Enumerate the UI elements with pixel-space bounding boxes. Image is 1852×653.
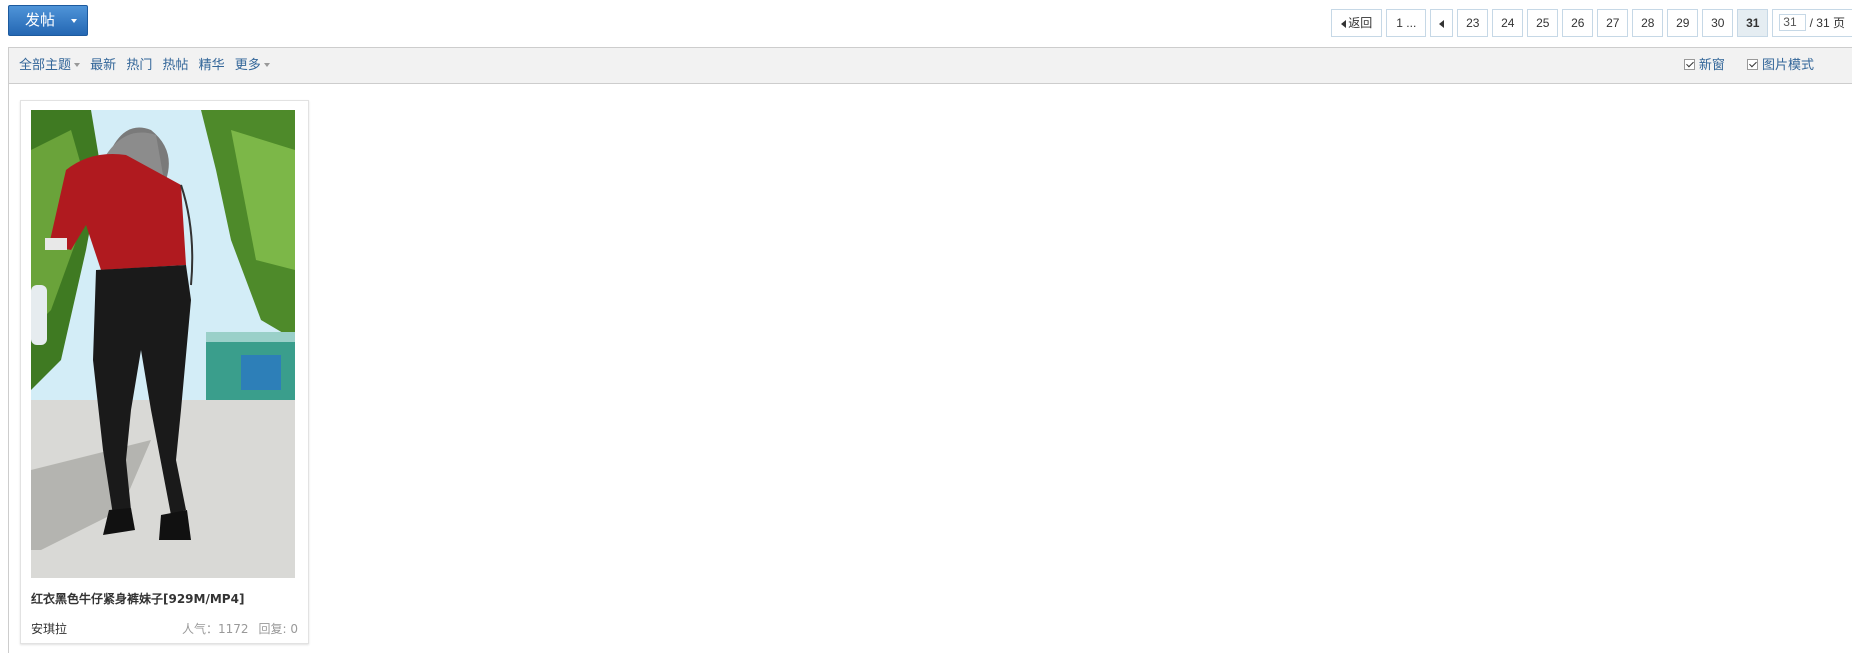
page-link[interactable]: 30 — [1702, 9, 1734, 37]
caret-down-icon — [71, 19, 77, 23]
new-window-label: 新窗 — [1698, 58, 1725, 73]
page-link[interactable]: 27 — [1597, 9, 1629, 37]
total-pages-label: / 31 页 — [1809, 16, 1845, 30]
pagination: 返回 1 ... 23 24 25 26 27 28 29 30 31 / 31… — [1327, 9, 1852, 37]
thread-stats: 人气：1172 回复: 0 — [182, 620, 298, 637]
top-toolbar: 发帖 返回 1 ... 23 24 25 26 27 28 29 30 31 /… — [0, 0, 1852, 46]
filter-digest[interactable]: 精华 — [199, 58, 225, 73]
replies-count: 回复: 0 — [258, 622, 299, 636]
checkbox-checked-icon[interactable] — [1683, 59, 1695, 70]
new-window-toggle[interactable]: 新窗 — [1683, 58, 1725, 73]
image-mode-label: 图片模式 — [1761, 58, 1814, 73]
triangle-left-icon — [1341, 20, 1347, 28]
image-mode-toggle[interactable]: 图片模式 — [1746, 58, 1814, 73]
page-link[interactable]: 28 — [1632, 9, 1664, 37]
filter-more-label: 更多 — [234, 58, 261, 73]
filter-hot[interactable]: 热门 — [126, 58, 152, 73]
thread-card[interactable]: 红衣黑色牛仔紧身裤妹子[929M/MP4] 安琪拉 人气：1172 回复: 0 — [20, 100, 309, 644]
filter-all-topics[interactable]: 全部主题 — [19, 58, 81, 73]
filter-newest[interactable]: 最新 — [90, 58, 116, 73]
thread-filters: 全部主题 最新 热门 热帖 精华 更多 — [19, 48, 276, 83]
chevron-down-icon — [74, 63, 81, 67]
thumbnail-photo — [31, 110, 295, 578]
page-jump-input[interactable] — [1779, 13, 1807, 31]
page-link[interactable]: 25 — [1527, 9, 1559, 37]
triangle-left-icon — [1439, 20, 1445, 28]
filter-bar: 全部主题 最新 热门 热帖 精华 更多 新窗 图片模式 — [8, 47, 1852, 84]
prev-page-button[interactable] — [1430, 9, 1454, 37]
thread-title[interactable]: 红衣黑色牛仔紧身裤妹子[929M/MP4] — [31, 590, 301, 607]
thread-author[interactable]: 安琪拉 — [31, 620, 67, 637]
post-button[interactable]: 发帖 — [8, 5, 88, 36]
back-label: 返回 — [1348, 16, 1373, 30]
filter-more[interactable]: 更多 — [235, 58, 270, 73]
current-page: 31 — [1737, 9, 1769, 37]
page-link[interactable]: 23 — [1457, 9, 1489, 37]
page-link[interactable]: 29 — [1667, 9, 1699, 37]
views-count: 人气：1172 — [181, 622, 249, 636]
checkbox-checked-icon[interactable] — [1746, 59, 1758, 70]
view-options: 新窗 图片模式 — [1666, 48, 1814, 83]
chevron-down-icon — [263, 63, 270, 67]
filter-hot-posts[interactable]: 热帖 — [162, 58, 188, 73]
first-page-link[interactable]: 1 ... — [1386, 9, 1427, 37]
page-jump: / 31 页 — [1772, 9, 1852, 37]
thread-thumbnail[interactable] — [31, 110, 295, 578]
back-button[interactable]: 返回 — [1331, 9, 1383, 37]
filter-all-label: 全部主题 — [19, 58, 72, 73]
page-link[interactable]: 24 — [1492, 9, 1524, 37]
post-button-label: 发帖 — [25, 11, 56, 29]
page-link[interactable]: 26 — [1562, 9, 1594, 37]
